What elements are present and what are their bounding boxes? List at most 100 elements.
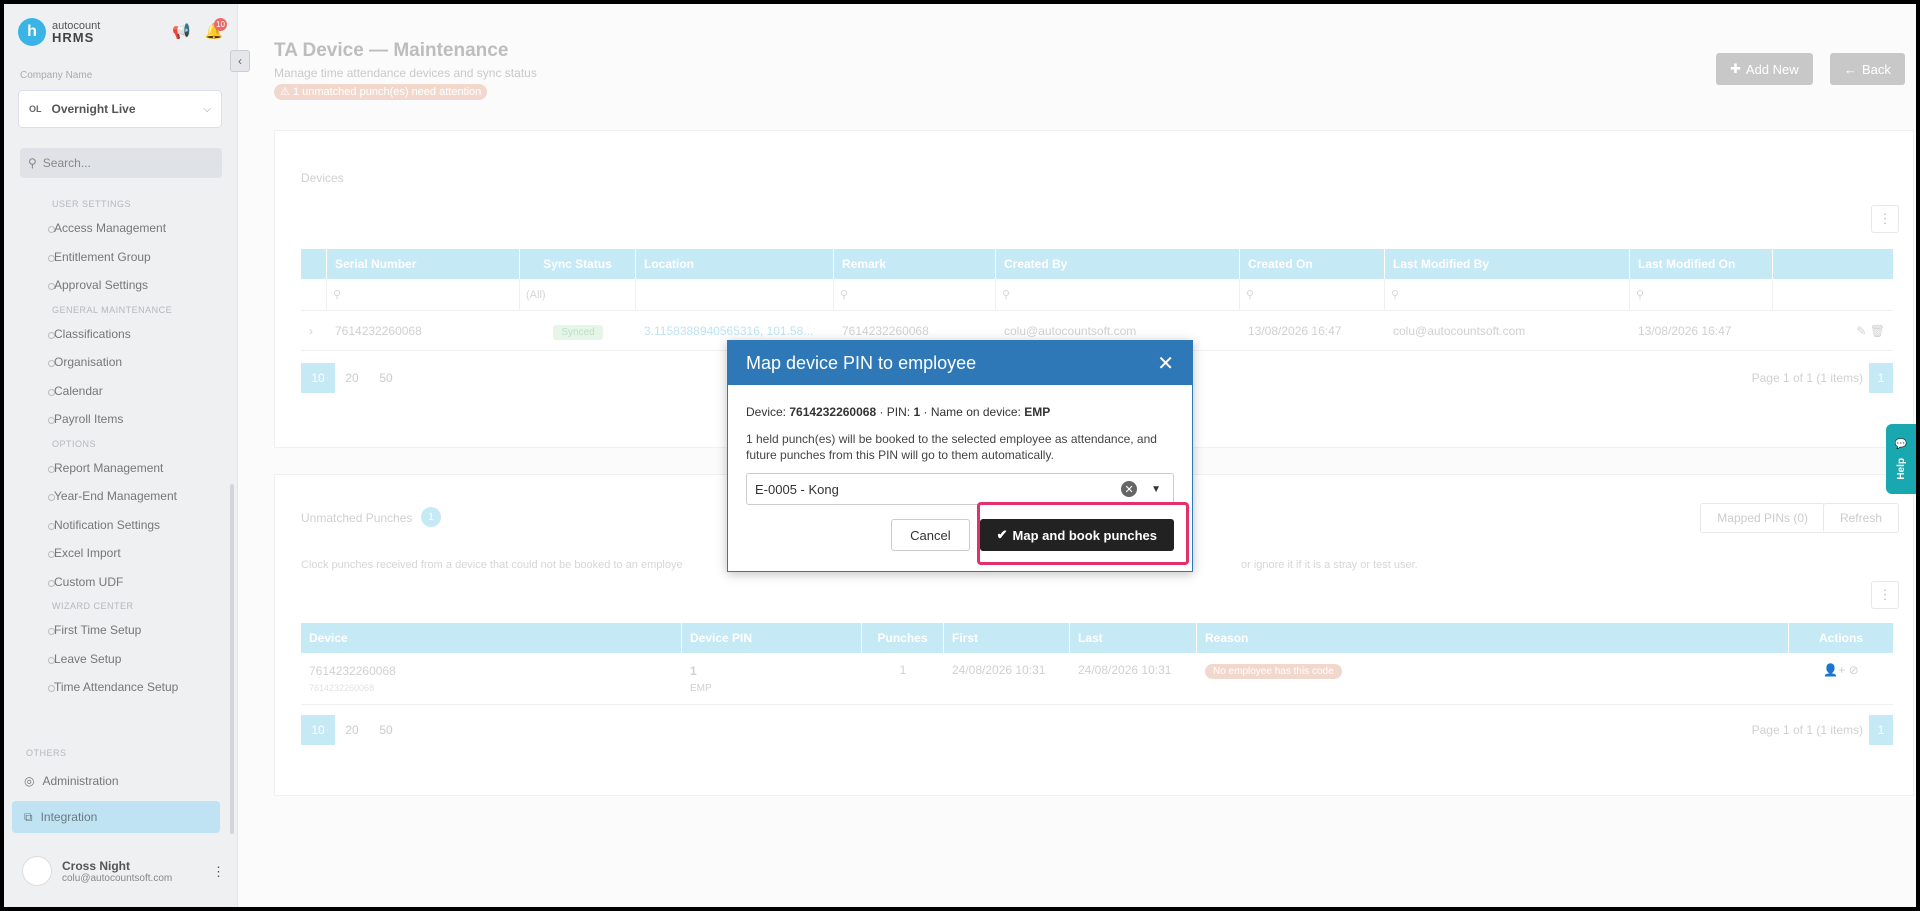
caret-down-icon[interactable]: ▼ (1151, 484, 1161, 495)
menu-item[interactable]: Notification Settings (4, 511, 234, 540)
mapped-pins-button[interactable]: Mapped PINs (0) (1700, 503, 1825, 533)
search-input[interactable]: Search... (43, 156, 91, 170)
col-modified-on[interactable]: Last Modified On (1630, 249, 1773, 279)
delete-icon[interactable]: 🗑 (1870, 324, 1885, 338)
menu-item[interactable]: Organisation (4, 348, 234, 377)
filter-location[interactable] (636, 279, 834, 310)
row-actions: 👤+ ⊘ (1789, 653, 1893, 704)
menu-item[interactable]: Classifications (4, 320, 234, 349)
page-size-50[interactable]: 50 (369, 715, 403, 745)
col-device[interactable]: Device (301, 623, 682, 653)
col-remark[interactable]: Remark (834, 249, 996, 279)
add-new-button[interactable]: ✚ Add New (1716, 53, 1813, 85)
col-last[interactable]: Last (1070, 623, 1197, 653)
col-first[interactable]: First (944, 623, 1070, 653)
filter-serial[interactable]: ⚲ (327, 279, 520, 310)
company-code: OL (29, 104, 42, 114)
page-info: Page 1 of 1 (1 items) (1751, 371, 1863, 385)
table-row[interactable]: 7614232260068 7614232260068 1 EMP 1 24/08/… (301, 653, 1893, 705)
admin-icon: ◎ (24, 774, 35, 788)
avatar (22, 856, 52, 886)
chat-icon: 💬 (1894, 438, 1908, 450)
device-value: 7614232260068 (789, 405, 877, 419)
col-punches[interactable]: Punches (862, 623, 944, 653)
page-number[interactable]: 1 (1869, 715, 1893, 745)
col-reason[interactable]: Reason (1197, 623, 1789, 653)
col-modified-by[interactable]: Last Modified By (1385, 249, 1630, 279)
grid-header: Device Device PIN Punches First Last Rea… (301, 623, 1893, 653)
filter-remark[interactable]: ⚲ (834, 279, 996, 310)
device-sub: 7614232260068 (309, 683, 375, 693)
megaphone-icon[interactable]: 📢 (172, 22, 191, 40)
filter-created-on[interactable]: ⚲ (1240, 279, 1385, 310)
col-device-pin[interactable]: Device PIN (682, 623, 862, 653)
menu-item[interactable]: Payroll Items (4, 405, 234, 434)
page-size-10[interactable]: 10 (301, 715, 335, 745)
device-label: Device: (746, 405, 787, 419)
cell-last: 24/08/2026 10:31 (1078, 663, 1172, 677)
pin-value: 1 (690, 664, 697, 678)
cancel-button[interactable]: Cancel (891, 519, 970, 551)
menu-item[interactable]: Entitlement Group (4, 243, 234, 272)
page-subtitle: Manage time attendance devices and sync … (274, 66, 537, 80)
clear-icon[interactable]: ✕ (1121, 481, 1138, 497)
notification-badge: 10 (214, 18, 227, 31)
more-vertical-icon[interactable]: ⋮ (212, 864, 225, 880)
sidebar-item-administration[interactable]: ◎ Administration (24, 774, 119, 788)
page-size-20[interactable]: 20 (335, 363, 369, 393)
close-icon[interactable]: ✕ (1157, 351, 1174, 376)
help-button[interactable]: 💬 Help (1886, 424, 1916, 494)
refresh-button[interactable]: Refresh (1822, 503, 1899, 533)
menu-item[interactable]: Custom UDF (4, 568, 234, 597)
company-label: Company Name (20, 70, 93, 81)
add-user-icon[interactable]: 👤+ (1823, 663, 1845, 677)
sidebar-menu: USER SETTINGS Access Management Entitlem… (4, 194, 234, 702)
expand-icon[interactable]: › (301, 311, 327, 350)
company-name: Overnight Live (51, 102, 136, 116)
company-select[interactable]: OL Overnight Live ⌵ (18, 90, 222, 128)
menu-item[interactable]: First Time Setup (4, 616, 234, 645)
pin-label: · PIN: (879, 405, 911, 419)
ignore-icon[interactable]: ⊘ (1849, 663, 1859, 677)
menu-item[interactable]: Approval Settings (4, 271, 234, 300)
menu-item[interactable]: Calendar (4, 377, 234, 406)
col-actions: Actions (1818, 631, 1863, 645)
employee-select[interactable]: E-0005 - Kong ✕ ▼ (746, 473, 1174, 505)
warning-badge: ⚠ 1 unmatched punch(es) need attention (274, 84, 488, 100)
back-button[interactable]: ← Back (1830, 53, 1905, 85)
menu-item[interactable]: Time Attendance Setup (4, 673, 234, 702)
filter-modified-on[interactable]: ⚲ (1630, 279, 1773, 310)
edit-icon[interactable]: ✎ (1856, 324, 1866, 338)
menu-item[interactable]: Year-End Management (4, 482, 234, 511)
sidebar-scrollbar[interactable] (230, 484, 234, 834)
sidebar-item-integration[interactable]: ⧉ Integration (12, 801, 220, 833)
chevron-down-icon: ⌵ (203, 103, 211, 115)
col-location[interactable]: Location (636, 249, 834, 279)
sidebar-search[interactable]: ⚲ Search... (20, 148, 222, 178)
menu-item[interactable]: Excel Import (4, 539, 234, 568)
menu-item[interactable]: Leave Setup (4, 645, 234, 674)
page-number[interactable]: 1 (1869, 363, 1893, 393)
unmatched-more-button[interactable]: ⋮ (1871, 581, 1899, 609)
page-title: TA Device — Maintenance (274, 40, 509, 61)
unmatched-grid: Device Device PIN Punches First Last Rea… (301, 623, 1893, 705)
menu-item[interactable]: Report Management (4, 454, 234, 483)
filter-modified-by[interactable]: ⚲ (1385, 279, 1630, 310)
col-created-by[interactable]: Created By (996, 249, 1240, 279)
menu-section-title: USER SETTINGS (52, 199, 132, 209)
devices-more-button[interactable]: ⋮ (1871, 205, 1899, 233)
filter-created-by[interactable]: ⚲ (996, 279, 1240, 310)
menu-item[interactable]: Access Management (4, 214, 234, 243)
dialog-title: Map device PIN to employee (746, 352, 977, 373)
filter-sync[interactable]: (All) (520, 279, 636, 310)
user-profile[interactable]: Cross Night colu@autocountsoft.com (22, 856, 172, 886)
plus-icon: ✚ (1730, 61, 1741, 76)
cell-sync: Synced (520, 311, 636, 350)
page-size-10[interactable]: 10 (301, 363, 335, 393)
page-size-50[interactable]: 50 (369, 363, 403, 393)
col-serial[interactable]: Serial Number (327, 249, 520, 279)
col-created-on[interactable]: Created On (1240, 249, 1385, 279)
collapse-sidebar-button[interactable]: ‹ (230, 50, 250, 72)
col-sync[interactable]: Sync Status (520, 249, 636, 279)
page-size-20[interactable]: 20 (335, 715, 369, 745)
